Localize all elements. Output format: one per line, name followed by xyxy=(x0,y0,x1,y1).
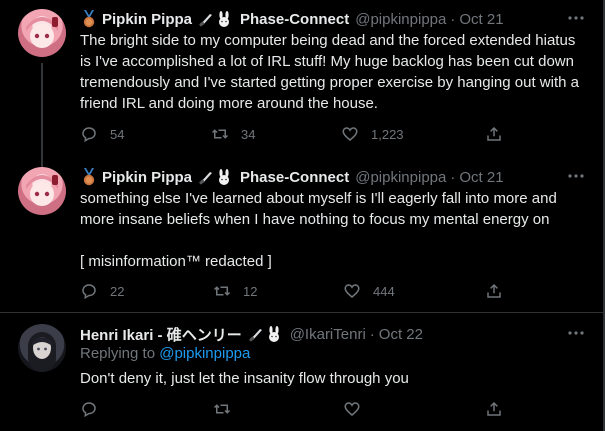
like-button[interactable] xyxy=(343,399,373,419)
like-icon xyxy=(342,127,358,141)
tweet-actions: 22 12 444 xyxy=(80,281,510,301)
avatar[interactable] xyxy=(18,167,66,215)
tweet-header: Pipkin Pippa Phase-Connect @pipkinpippa … xyxy=(80,167,504,187)
reply-icon xyxy=(82,127,96,143)
retweet-count: 12 xyxy=(243,283,258,299)
retweet-button[interactable]: 12 xyxy=(213,281,257,301)
author-name[interactable]: Pipkin Pippa xyxy=(102,169,192,186)
tweet[interactable]: Henri Ikari - 碓ヘンリー @IkariTenri · Oct 22… xyxy=(0,324,600,424)
tweet-actions xyxy=(80,399,510,419)
tweet-header: Pipkin Pippa Phase-Connect @pipkinpippa … xyxy=(80,9,504,29)
bunny-icon xyxy=(219,169,230,185)
replying-to-label: Replying to xyxy=(80,345,160,362)
retweet-icon xyxy=(211,129,229,139)
separator-dot: · xyxy=(450,10,456,28)
separator-dot: · xyxy=(450,168,456,186)
tweet-text: The bright side to my computer being dea… xyxy=(80,32,584,112)
share-icon xyxy=(487,401,501,416)
tweet[interactable]: Pipkin Pippa Phase-Connect @pipkinpippa … xyxy=(0,9,600,167)
reply-button[interactable]: 54 xyxy=(80,124,124,144)
author-handle[interactable]: @pipkinpippa xyxy=(355,11,446,28)
mention-link[interactable]: @pipkinpippa xyxy=(159,345,250,362)
thread-connector xyxy=(41,63,43,167)
share-button[interactable] xyxy=(485,399,515,419)
author-name[interactable]: Henri Ikari - 碓ヘンリー xyxy=(80,324,242,345)
more-icon[interactable] xyxy=(566,169,586,183)
separator-dot: · xyxy=(369,325,375,343)
retweet-button[interactable] xyxy=(213,399,243,419)
retweet-count: 34 xyxy=(241,126,256,142)
like-icon xyxy=(344,284,360,298)
tweet-header: Henri Ikari - 碓ヘンリー @IkariTenri · Oct 22 xyxy=(80,324,423,344)
share-button[interactable] xyxy=(485,124,515,144)
like-icon xyxy=(344,402,360,416)
tweet[interactable]: Pipkin Pippa Phase-Connect @pipkinpippa … xyxy=(0,167,600,307)
bronze-medal-icon xyxy=(83,168,95,186)
tweet-date[interactable]: Oct 21 xyxy=(459,11,503,28)
author-affiliation[interactable]: Phase-Connect xyxy=(240,11,349,28)
reply-count: 22 xyxy=(110,283,125,299)
knife-icon xyxy=(248,329,262,342)
like-count: 1,223 xyxy=(371,126,404,142)
bronze-medal-icon xyxy=(83,10,95,28)
like-count: 444 xyxy=(373,283,395,299)
like-button[interactable]: 1,223 xyxy=(341,124,404,144)
tweet-actions: 54 34 1,223 xyxy=(80,124,510,144)
divider xyxy=(0,312,603,313)
avatar[interactable] xyxy=(18,324,66,372)
author-affiliation[interactable]: Phase-Connect xyxy=(240,169,349,186)
author-name[interactable]: Pipkin Pippa xyxy=(102,11,192,28)
more-icon[interactable] xyxy=(566,326,586,340)
share-icon xyxy=(487,126,501,141)
retweet-icon xyxy=(213,404,231,414)
more-icon[interactable] xyxy=(566,11,586,25)
share-icon xyxy=(487,283,501,298)
bunny-icon xyxy=(219,11,230,27)
reply-icon xyxy=(82,402,96,418)
replying-to: Replying to @pipkinpippa xyxy=(80,345,250,362)
knife-icon xyxy=(199,172,213,185)
share-button[interactable] xyxy=(485,281,515,301)
tweet-text: Don't deny it, just let the insanity flo… xyxy=(80,370,409,387)
author-handle[interactable]: @pipkinpippa xyxy=(355,169,446,186)
retweet-icon xyxy=(213,286,231,296)
author-handle[interactable]: @IkariTenri xyxy=(290,326,366,343)
reply-icon xyxy=(82,284,96,300)
tweet-date[interactable]: Oct 21 xyxy=(459,169,503,186)
tweet-date[interactable]: Oct 22 xyxy=(379,326,423,343)
tweet-text: something else I've learned about myself… xyxy=(80,190,557,270)
reply-count: 54 xyxy=(110,126,125,142)
retweet-button[interactable]: 34 xyxy=(211,124,255,144)
knife-icon xyxy=(199,14,213,27)
like-button[interactable]: 444 xyxy=(343,281,395,301)
avatar[interactable] xyxy=(18,9,66,57)
reply-button[interactable]: 22 xyxy=(80,281,124,301)
reply-button[interactable] xyxy=(80,399,110,419)
bunny-icon xyxy=(268,326,279,342)
